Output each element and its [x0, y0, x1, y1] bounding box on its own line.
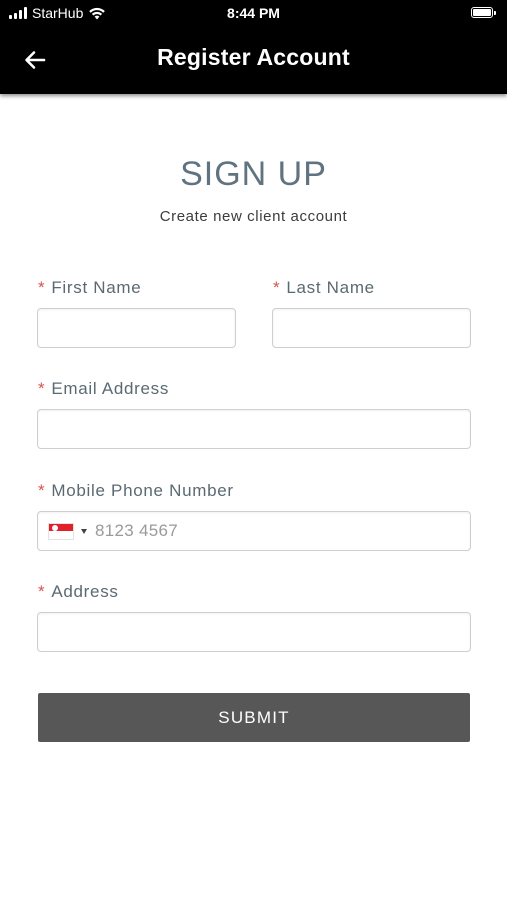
required-marker: *	[38, 582, 46, 601]
required-marker: *	[38, 481, 46, 500]
email-field[interactable]	[37, 409, 471, 449]
required-marker: *	[38, 278, 46, 297]
app-bar: StarHub 8:44 PM Register Account	[0, 0, 507, 94]
mobile-phone-field[interactable]: 8123 4567	[37, 511, 471, 551]
page-title: Register Account	[157, 44, 350, 70]
mobile-label: * Mobile Phone Number	[38, 481, 234, 500]
address-label: * Address	[38, 582, 119, 601]
first-name-field[interactable]	[37, 308, 236, 348]
battery-icon	[471, 7, 496, 18]
address-field[interactable]	[37, 612, 471, 652]
chevron-down-icon[interactable]	[81, 528, 87, 534]
submit-button[interactable]: SUBMIT	[38, 693, 470, 742]
first-name-label: * First Name	[38, 278, 142, 297]
last-name-field[interactable]	[272, 308, 471, 348]
status-bar: StarHub 8:44 PM	[0, 0, 507, 28]
last-name-label: * Last Name	[273, 278, 375, 297]
status-time: 8:44 PM	[227, 5, 280, 21]
form-heading: SIGN UP	[180, 155, 327, 193]
email-label: * Email Address	[38, 379, 170, 398]
mobile-placeholder: 8123 4567	[95, 521, 179, 540]
singapore-flag-icon[interactable]	[48, 522, 74, 540]
form-subheading: Create new client account	[159, 208, 348, 225]
required-marker: *	[273, 278, 281, 297]
required-marker: *	[38, 379, 46, 398]
